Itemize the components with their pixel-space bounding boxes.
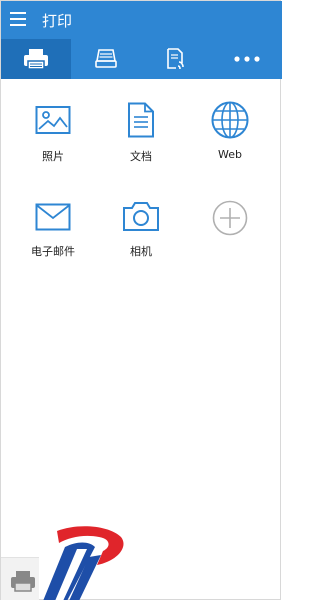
source-web[interactable]: Web bbox=[185, 101, 275, 171]
source-email[interactable]: 电子邮件 bbox=[8, 203, 98, 273]
source-document[interactable]: 文档 bbox=[96, 102, 186, 172]
app-window: 打印 照片 文档 Web 电子邮件 相机 bbox=[0, 0, 282, 600]
document-phone-icon bbox=[167, 48, 184, 70]
source-label: 文档 bbox=[130, 150, 152, 163]
tab-mobile-doc[interactable] bbox=[141, 39, 211, 79]
source-label: 电子邮件 bbox=[31, 245, 75, 258]
document-icon bbox=[128, 102, 154, 138]
watermark-logo bbox=[43, 526, 124, 600]
more-dots-icon bbox=[233, 56, 260, 62]
globe-icon bbox=[211, 101, 249, 139]
photo-icon bbox=[35, 106, 71, 134]
add-source-button[interactable] bbox=[185, 200, 275, 270]
source-label: 相机 bbox=[130, 245, 152, 258]
source-label: 照片 bbox=[42, 150, 64, 163]
tab-bar bbox=[1, 39, 282, 79]
source-photo[interactable]: 照片 bbox=[8, 104, 98, 174]
email-icon bbox=[35, 203, 71, 231]
print-fab[interactable] bbox=[1, 557, 39, 600]
hamburger-menu-icon[interactable] bbox=[10, 12, 26, 26]
source-camera[interactable]: 相机 bbox=[96, 200, 186, 270]
tab-more[interactable] bbox=[211, 39, 282, 79]
app-bar: 打印 bbox=[1, 1, 282, 39]
tab-print[interactable] bbox=[1, 39, 71, 79]
scanner-icon bbox=[95, 49, 117, 68]
page-title: 打印 bbox=[42, 12, 73, 30]
add-circle-icon bbox=[212, 200, 248, 236]
source-label: Web bbox=[218, 148, 242, 161]
camera-icon bbox=[123, 202, 159, 231]
printer-icon bbox=[24, 49, 48, 70]
tab-scan[interactable] bbox=[71, 39, 141, 79]
printer-icon bbox=[11, 571, 35, 592]
